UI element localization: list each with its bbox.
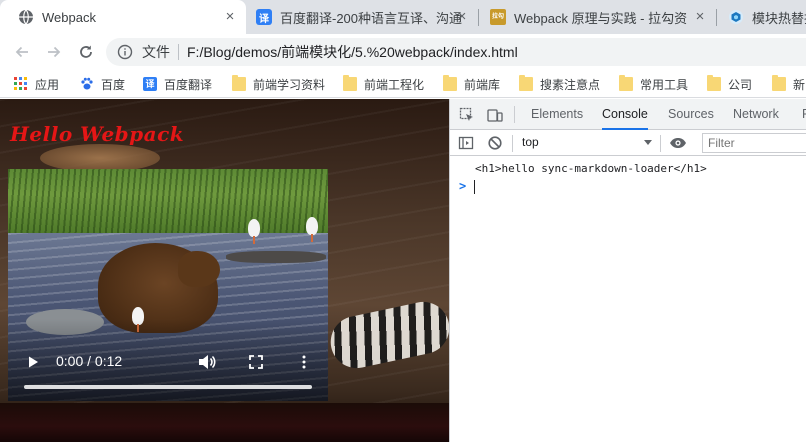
bookmark-label: 常用工具 — [640, 77, 689, 92]
page-viewport: Hello Webpack 0:00 / 0:12 — [0, 99, 449, 442]
background-tiger — [40, 144, 160, 172]
tab-sources[interactable]: Sources — [668, 99, 714, 130]
toolbar-divider — [512, 135, 513, 152]
webpack-cube-icon — [728, 9, 744, 25]
folder-icon — [232, 75, 246, 91]
apps-grid-icon — [14, 77, 28, 91]
clear-console-icon[interactable] — [486, 134, 504, 152]
tab-title: Webpack 原理与实践 - 拉勾资 — [514, 10, 688, 26]
bookmark-folder-company[interactable]: 公司 — [707, 75, 752, 93]
video-frame-bear-head — [178, 251, 220, 287]
bookmark-baidu-translate[interactable]: 译 百度翻译 — [143, 75, 212, 93]
reload-icon[interactable] — [72, 38, 100, 66]
play-icon[interactable] — [22, 351, 44, 373]
close-tab-icon[interactable]: × — [222, 9, 238, 25]
bookmark-label: 前端学习资料 — [253, 77, 326, 92]
bookmark-label: 新 — [793, 77, 806, 92]
bookmark-folder-frontend-engineering[interactable]: 前端工程化 — [343, 75, 424, 93]
folder-icon — [343, 75, 357, 91]
baidu-paw-icon — [80, 77, 94, 91]
arrow-left-icon[interactable] — [8, 38, 36, 66]
close-tab-icon[interactable]: × — [692, 9, 708, 25]
tab-elements[interactable]: Elements — [531, 99, 583, 130]
bookmark-label: 应用 — [35, 77, 60, 92]
tab-webpack[interactable]: Webpack × — [0, 0, 246, 34]
tab-performance[interactable]: P — [802, 99, 806, 130]
devtools-tab-bar: Elements Console Sources Network P — [450, 99, 806, 130]
toolbar-divider — [660, 135, 661, 152]
console-input-caret[interactable] — [474, 180, 475, 194]
more-vert-icon[interactable] — [293, 351, 315, 373]
volume-icon[interactable] — [196, 351, 218, 373]
tab-network[interactable]: Network — [733, 99, 779, 130]
tab-lagou[interactable]: 拉勾 Webpack 原理与实践 - 拉勾资 × — [472, 0, 716, 34]
tab-hot-module-replacement[interactable]: 模块热替换 — [710, 0, 806, 34]
baidu-translate-icon: 译 — [256, 9, 272, 25]
eye-icon[interactable] — [669, 134, 687, 152]
bookmark-label: 百度翻译 — [164, 77, 213, 92]
close-tab-icon[interactable]: × — [454, 9, 470, 25]
video-frame-gull — [248, 219, 260, 244]
tab-baidu-translate[interactable]: 译 百度翻译-200种语言互译、沟通 × — [238, 0, 478, 34]
toolbar-divider — [514, 106, 515, 123]
tab-console[interactable]: Console — [602, 99, 648, 130]
address-bar[interactable]: 文件 F:/Blog/demos/前端模块化/5.%20webpack/inde… — [106, 38, 806, 66]
arrow-right-icon[interactable] — [40, 38, 68, 66]
baidu-translate-icon: 译 — [143, 77, 157, 91]
bookmark-label: 搜素注意点 — [540, 77, 601, 92]
inspect-element-icon[interactable] — [458, 106, 476, 124]
device-toolbar-icon[interactable] — [486, 106, 504, 124]
console-prompt: > — [459, 179, 467, 193]
scheme-label: 文件 — [142, 44, 170, 60]
bookmark-label: 前端库 — [464, 77, 501, 92]
console-log-line: <h1>hello sync-markdown-loader</h1> — [475, 162, 707, 175]
bookmark-folder-search-notes[interactable]: 搜素注意点 — [519, 75, 600, 93]
bookmark-apps[interactable]: 应用 — [14, 75, 59, 93]
fullscreen-icon[interactable] — [245, 351, 267, 373]
sidebar-toggle-icon[interactable] — [457, 134, 475, 152]
tab-title: Webpack — [42, 9, 96, 25]
video-frame-rock — [226, 251, 326, 263]
lagou-icon: 拉勾 — [490, 9, 506, 25]
bookmarks-bar: 应用 百度 译 百度翻译 前端学习资料 前端工程化 前端库 搜素注意点 常用工具… — [0, 70, 806, 98]
omnibox-divider — [178, 44, 179, 60]
context-selector[interactable]: top — [522, 135, 652, 151]
globe-icon — [18, 9, 34, 25]
tab-title: 模块热替换 — [752, 10, 806, 26]
chevron-down-icon[interactable] — [644, 140, 652, 145]
video-time: 0:00 / 0:12 — [56, 353, 123, 369]
folder-icon — [707, 75, 721, 91]
video-controls: 0:00 / 0:12 — [8, 347, 328, 401]
folder-icon — [619, 75, 633, 91]
tab-strip: Webpack × 译 百度翻译-200种语言互译、沟通 × 拉勾 Webpac… — [0, 0, 806, 34]
browser-toolbar: 文件 F:/Blog/demos/前端模块化/5.%20webpack/inde… — [0, 34, 806, 70]
url-text[interactable]: F:/Blog/demos/前端模块化/5.%20webpack/index.h… — [187, 42, 518, 62]
video-frame-gull — [306, 217, 318, 242]
bookmark-folder-frontend-libs[interactable]: 前端库 — [443, 75, 500, 93]
bookmark-folder-tools[interactable]: 常用工具 — [619, 75, 688, 93]
console-toolbar: top — [450, 130, 806, 156]
bookmark-label: 前端工程化 — [364, 77, 425, 92]
video-player[interactable]: 0:00 / 0:12 — [8, 169, 328, 401]
devtools-panel: Elements Console Sources Network P top <… — [449, 99, 806, 442]
bookmark-folder-new[interactable]: 新 — [772, 75, 805, 93]
folder-icon — [519, 75, 533, 91]
background-band — [0, 403, 449, 442]
video-frame-grass — [8, 169, 328, 233]
page-heading: Hello Webpack — [10, 122, 185, 146]
tab-title: 百度翻译-200种语言互译、沟通 — [280, 10, 463, 26]
bookmark-label: 公司 — [728, 77, 753, 92]
video-progress-bar[interactable] — [24, 385, 312, 389]
folder-icon — [443, 75, 457, 91]
info-icon[interactable] — [116, 43, 134, 61]
bookmark-folder-frontend-study[interactable]: 前端学习资料 — [232, 75, 325, 93]
filter-input[interactable] — [702, 133, 806, 153]
bookmark-label: 百度 — [101, 77, 126, 92]
bookmark-baidu[interactable]: 百度 — [80, 75, 125, 93]
folder-icon — [772, 75, 786, 91]
